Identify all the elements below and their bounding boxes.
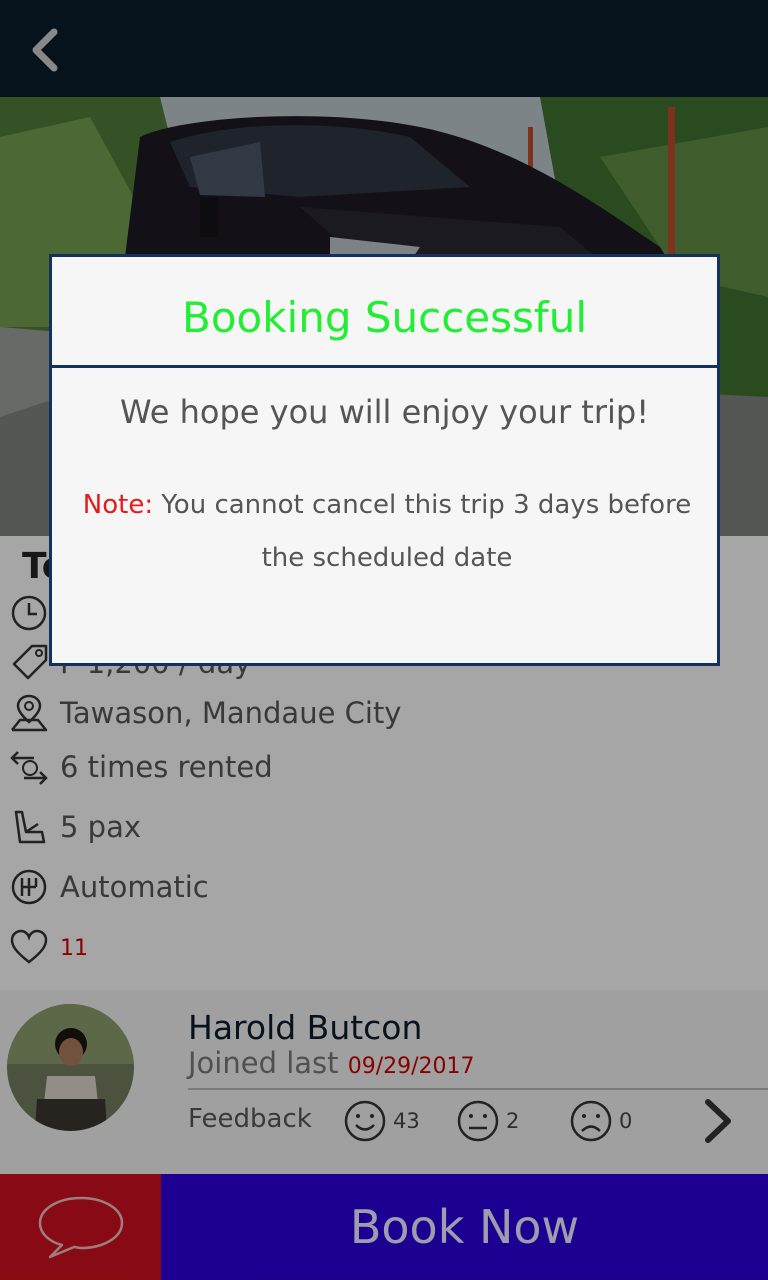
note-text: You cannot cancel this trip 3 days befor…	[153, 490, 692, 573]
dialog-title: Booking Successful	[182, 293, 587, 342]
dialog-divider	[52, 365, 717, 368]
dialog-note: Note: You cannot cancel this trip 3 days…	[82, 479, 692, 585]
dialog-message: We hope you will enjoy your trip!	[119, 393, 650, 431]
booking-success-dialog: Booking Successful We hope you will enjo…	[49, 254, 720, 666]
note-label: Note:	[82, 490, 154, 520]
